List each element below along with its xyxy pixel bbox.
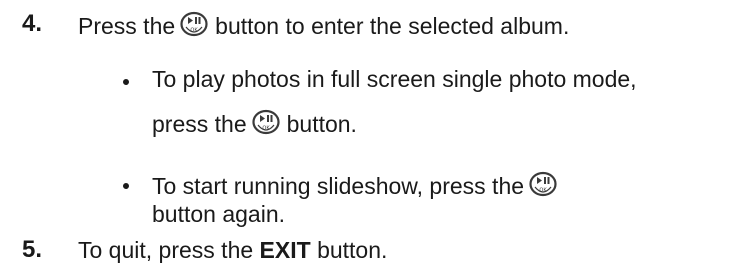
bullet-2-text-before: To start running slideshow, press the [152,173,525,199]
bullet-2-line-2: button again. [152,201,286,227]
bullet-2-line-1: To start running slideshow, press the OK [152,170,564,200]
play-pause-ok-icon: OK [251,108,281,136]
bullet-marker [123,183,129,189]
play-pause-ok-icon: OK [179,10,209,38]
step-4-text: Press the OK button to enter the selected … [78,10,569,40]
bullet-1-line-2: press the OK button. [152,108,357,138]
play-pause-ok-icon: OK [528,170,558,198]
bullet-1-text-before: press the [152,111,247,137]
step-number: 4. [22,10,43,37]
step-5-text: To quit, press the EXIT button. [78,236,387,264]
bullet-marker [123,79,129,85]
svg-text:OK: OK [539,188,547,194]
exit-button-label: EXIT [259,237,311,263]
svg-text:OK: OK [191,28,199,34]
bullet-1-line-1: To play photos in full screen single pho… [152,66,637,92]
step-4-text-after: button to enter the selected album. [215,13,570,39]
step-5-text-after: button. [317,237,388,263]
step-number: 5. [22,236,43,263]
step-4-text-before: Press the [78,13,176,39]
svg-text:OK: OK [262,126,270,132]
manual-instructions: 4. Press the OK button to enter the select… [0,0,733,273]
bullet-1-text-after: button. [286,111,357,137]
step-5-text-before: To quit, press the [78,237,254,263]
